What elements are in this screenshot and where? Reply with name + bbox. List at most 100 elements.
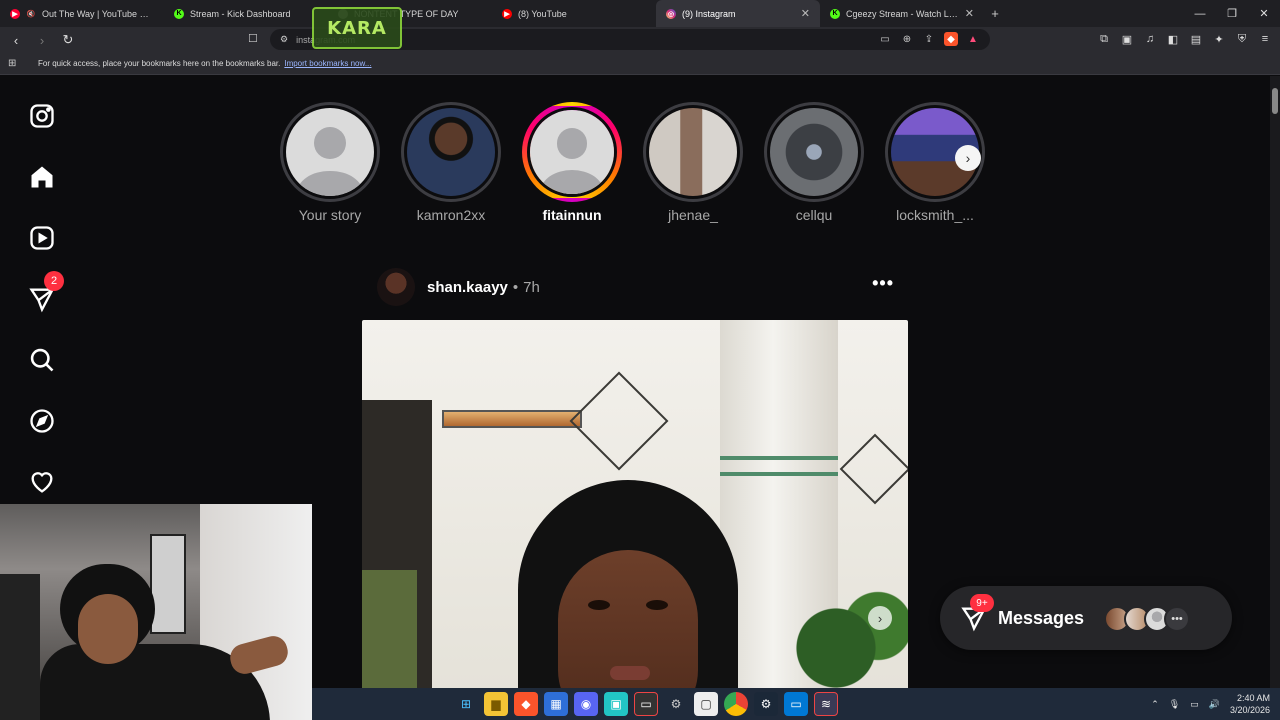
- tab-instagram[interactable]: ◎ (9) Instagram ✕: [656, 0, 820, 27]
- story-username: locksmith_...: [896, 207, 974, 223]
- windows-taskbar: ⊞ ▆ ◆ ▦ ◉ ▣ ▭ ⚙ ▢ ⚙ ▭ ≋ ⌃ 🎙 ▭ 🔊 2:40 AM …: [312, 688, 1280, 720]
- chevron-right-icon[interactable]: ›: [868, 606, 892, 630]
- steam-icon[interactable]: ⚙: [754, 692, 778, 716]
- clock-time: 2:40 AM: [1236, 693, 1270, 703]
- brave-rewards-icon[interactable]: ▲: [966, 32, 980, 46]
- remote-desktop-icon[interactable]: ▭: [784, 692, 808, 716]
- tab-kick-stream[interactable]: K Cgeezy Stream - Watch Live on Kick ✕: [820, 0, 984, 27]
- import-bookmarks-link[interactable]: Import bookmarks now...: [284, 59, 371, 68]
- more-icon: •••: [1164, 606, 1190, 632]
- avatar: [770, 108, 858, 196]
- messages-button[interactable]: 9+ Messages •••: [940, 586, 1232, 650]
- tab-kick-dashboard[interactable]: K Stream - Kick Dashboard: [164, 0, 328, 27]
- tab-youtube[interactable]: ▶ (8) YouTube: [492, 0, 656, 27]
- avatar[interactable]: [377, 268, 415, 306]
- volume-icon[interactable]: 🔊: [1209, 699, 1220, 710]
- menu-icon[interactable]: ≡: [1258, 32, 1272, 46]
- stories-tray: Your story kamron2xx fitainnun jhenae_ c…: [280, 102, 985, 223]
- page-scrollbar[interactable]: [1270, 76, 1280, 688]
- scrollbar-thumb[interactable]: [1272, 88, 1278, 114]
- chrome-icon[interactable]: [724, 692, 748, 716]
- stream-overlay-logo: KARA: [312, 7, 402, 49]
- apps-grid-icon[interactable]: ⊞: [8, 58, 22, 69]
- search-icon[interactable]: [22, 340, 62, 380]
- close-window-icon[interactable]: ✕: [1248, 0, 1280, 27]
- site-info-icon[interactable]: ⚙: [280, 34, 288, 45]
- webcam-overlay: [0, 504, 312, 720]
- browser-toolbar: ‹ › ↻ ☐ ⚙ instagram.com ▭ ⊕ ⇪ ◆ ▲ ⧉ ▣ ♫ …: [0, 27, 1280, 53]
- microphone-icon[interactable]: 🎙: [1169, 699, 1180, 710]
- messages-label: Messages: [998, 607, 1085, 628]
- chevron-up-icon[interactable]: ⌃: [1151, 699, 1159, 710]
- post-timestamp: 7h: [523, 278, 540, 296]
- story-item[interactable]: jhenae_: [643, 102, 743, 223]
- windows-start-icon[interactable]: ⊞: [454, 692, 478, 716]
- extensions-icon[interactable]: ⧉: [1097, 32, 1111, 46]
- instagram-icon: ◎: [666, 8, 676, 19]
- tab-title: Out The Way | YouTube Music: [42, 8, 154, 19]
- close-icon[interactable]: ✕: [965, 7, 974, 20]
- story-item[interactable]: kamron2xx: [401, 102, 501, 223]
- new-tab-button[interactable]: +: [984, 6, 1006, 21]
- avatar: [407, 108, 495, 196]
- kick-icon: K: [174, 8, 184, 19]
- sidebar-icon[interactable]: ◧: [1166, 32, 1180, 46]
- system-tray: ⌃ 🎙 ▭ 🔊 2:40 AM 3/20/2026: [1151, 690, 1270, 718]
- close-icon[interactable]: ✕: [801, 7, 810, 20]
- app-icon[interactable]: ▣: [604, 692, 628, 716]
- reels-icon[interactable]: [22, 218, 62, 258]
- display-icon[interactable]: ▭: [1190, 699, 1199, 710]
- story-item[interactable]: Your story: [280, 102, 380, 223]
- cast-icon[interactable]: ▭: [878, 32, 892, 46]
- message-avatars: •••: [1104, 606, 1190, 632]
- background-greenery: [362, 570, 417, 688]
- story-item[interactable]: cellqu: [764, 102, 864, 223]
- post-header: shan.kaayy • 7h •••: [377, 267, 908, 307]
- post-image[interactable]: ›: [362, 320, 908, 688]
- explore-icon[interactable]: [22, 401, 62, 441]
- window-controls: — ❐ ✕: [1184, 0, 1280, 27]
- home-icon[interactable]: [22, 157, 62, 197]
- story-ring: [280, 102, 380, 202]
- restore-icon[interactable]: ❐: [1216, 0, 1248, 27]
- background-plant: [788, 582, 908, 688]
- clock[interactable]: 2:40 AM 3/20/2026: [1230, 692, 1270, 716]
- story-item[interactable]: fitainnun: [522, 102, 622, 223]
- file-explorer-icon[interactable]: ▆: [484, 692, 508, 716]
- bookmarks-bar: ⊞ For quick access, place your bookmarks…: [0, 53, 1280, 75]
- back-icon[interactable]: ‹: [6, 30, 26, 50]
- minimize-icon[interactable]: —: [1184, 0, 1216, 27]
- brave-shields-icon[interactable]: ◆: [944, 32, 958, 46]
- tab-youtube-music[interactable]: ▶ 🔇 Out The Way | YouTube Music: [0, 0, 164, 27]
- bookmarks-hint: For quick access, place your bookmarks h…: [38, 59, 281, 68]
- vpn-icon[interactable]: ⛨: [1235, 32, 1249, 46]
- tab-title: Cgeezy Stream - Watch Live on Kick: [846, 8, 959, 19]
- instagram-logo-icon[interactable]: [22, 96, 62, 136]
- story-username: cellqu: [795, 207, 833, 223]
- brave-browser-icon[interactable]: ◆: [514, 692, 538, 716]
- muted-icon[interactable]: 🔇: [26, 9, 36, 19]
- audio-app-icon[interactable]: ≋: [814, 692, 838, 716]
- store-icon[interactable]: ▦: [544, 692, 568, 716]
- app-icon-2[interactable]: ▢: [694, 692, 718, 716]
- zoom-icon[interactable]: ⊕: [900, 32, 914, 46]
- terminal-icon[interactable]: ▭: [634, 692, 658, 716]
- bookmark-icon[interactable]: ☐: [248, 32, 258, 45]
- discord-icon[interactable]: ◉: [574, 692, 598, 716]
- notifications-heart-icon[interactable]: [22, 462, 62, 502]
- leo-icon[interactable]: ✦: [1212, 32, 1226, 46]
- settings-icon[interactable]: ⚙: [664, 692, 688, 716]
- more-options-icon[interactable]: •••: [872, 273, 894, 294]
- direct-messages-icon[interactable]: 2: [22, 271, 64, 319]
- share-icon[interactable]: ⇪: [922, 32, 936, 46]
- post-username[interactable]: shan.kaayy: [427, 279, 508, 296]
- media-icon[interactable]: ♫: [1143, 32, 1157, 46]
- wallet-icon[interactable]: ▣: [1120, 32, 1134, 46]
- direct-messages-icon: 9+: [960, 594, 994, 632]
- reload-icon[interactable]: ↻: [58, 30, 78, 50]
- taskbar-apps: ⊞ ▆ ◆ ▦ ◉ ▣ ▭ ⚙ ▢ ⚙ ▭ ≋: [454, 692, 838, 716]
- forward-icon[interactable]: ›: [32, 30, 52, 50]
- story-ring: [643, 102, 743, 202]
- wallet-icon-2[interactable]: ▤: [1189, 32, 1203, 46]
- chevron-right-icon[interactable]: ›: [955, 145, 981, 171]
